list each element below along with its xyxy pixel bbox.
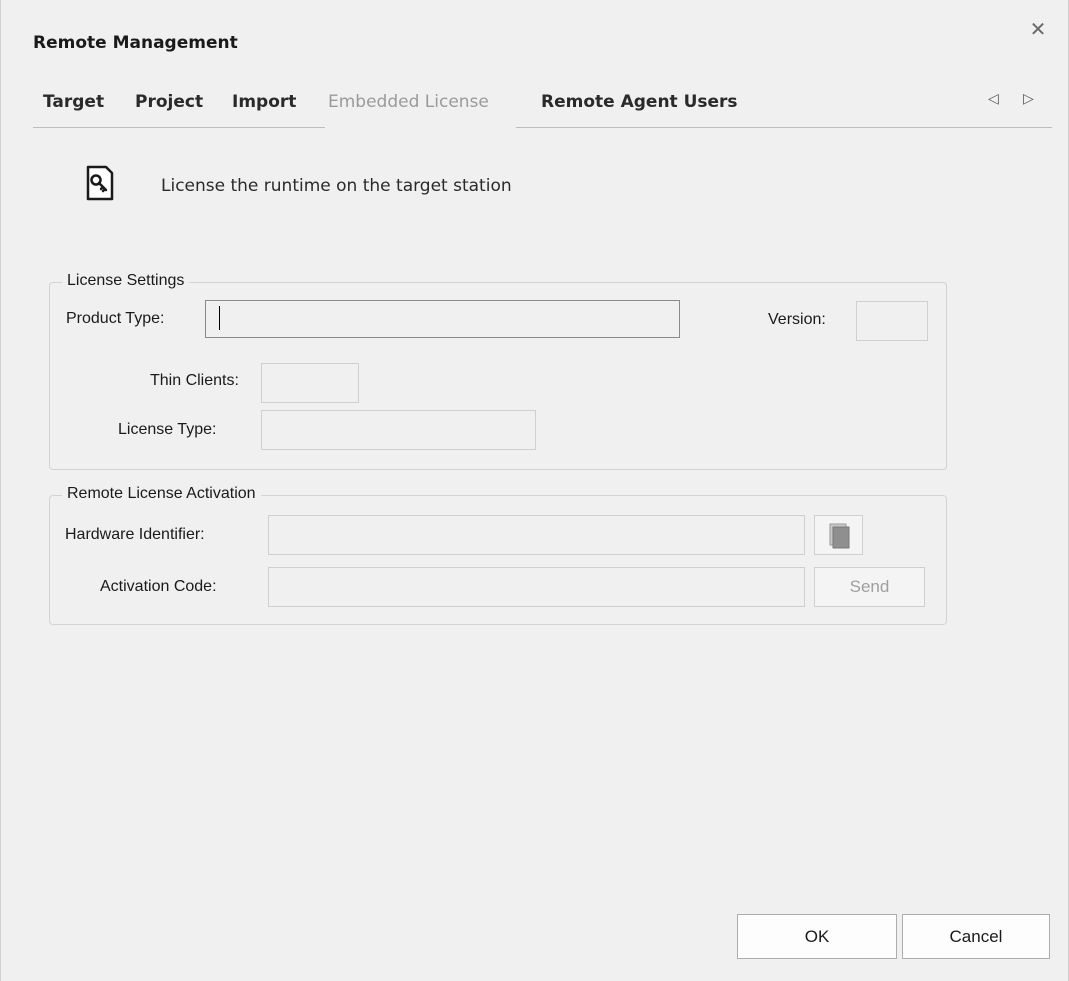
activation-code-field[interactable] — [268, 567, 805, 607]
tab-project[interactable]: Project — [135, 92, 203, 112]
close-button[interactable]: ✕ — [1025, 16, 1051, 42]
tab-scroll-left-icon[interactable]: ◁ — [988, 91, 999, 107]
tab-target[interactable]: Target — [43, 92, 104, 112]
thin-clients-label: Thin Clients: — [150, 372, 239, 389]
copy-icon — [829, 523, 850, 549]
text-caret — [219, 306, 220, 330]
remote-license-activation-group-label: Remote License Activation — [62, 485, 261, 503]
product-type-label: Product Type: — [66, 310, 165, 327]
ok-button[interactable]: OK — [737, 914, 897, 959]
send-button[interactable]: Send — [814, 567, 925, 607]
tab-bar: Target Project Import Embedded License R… — [33, 89, 1052, 129]
copy-hardware-id-button[interactable] — [814, 515, 863, 555]
hardware-identifier-field[interactable] — [268, 515, 805, 555]
activation-code-label: Activation Code: — [100, 578, 217, 595]
version-label: Version: — [768, 311, 826, 328]
version-field[interactable] — [856, 301, 928, 341]
cancel-button[interactable]: Cancel — [902, 914, 1050, 959]
thin-clients-field[interactable] — [261, 363, 359, 403]
tab-embedded-license[interactable]: Embedded License — [328, 92, 489, 112]
tab-divider — [516, 127, 1052, 128]
license-key-icon — [86, 165, 114, 201]
hardware-identifier-label: Hardware Identifier: — [65, 526, 205, 543]
dialog-title: Remote Management — [33, 33, 238, 53]
tab-divider — [33, 127, 325, 128]
tab-remote-agent-users[interactable]: Remote Agent Users — [541, 92, 738, 112]
license-type-label: License Type: — [118, 421, 217, 438]
product-type-field[interactable] — [205, 300, 680, 338]
tab-scroll-right-icon[interactable]: ▷ — [1023, 91, 1034, 107]
license-settings-group-label: License Settings — [62, 272, 190, 290]
header-description: License the runtime on the target statio… — [161, 176, 512, 196]
tab-import[interactable]: Import — [232, 92, 296, 112]
license-type-field[interactable] — [261, 410, 536, 450]
remote-management-dialog: Remote Management ✕ Target Project Impor… — [0, 0, 1069, 981]
